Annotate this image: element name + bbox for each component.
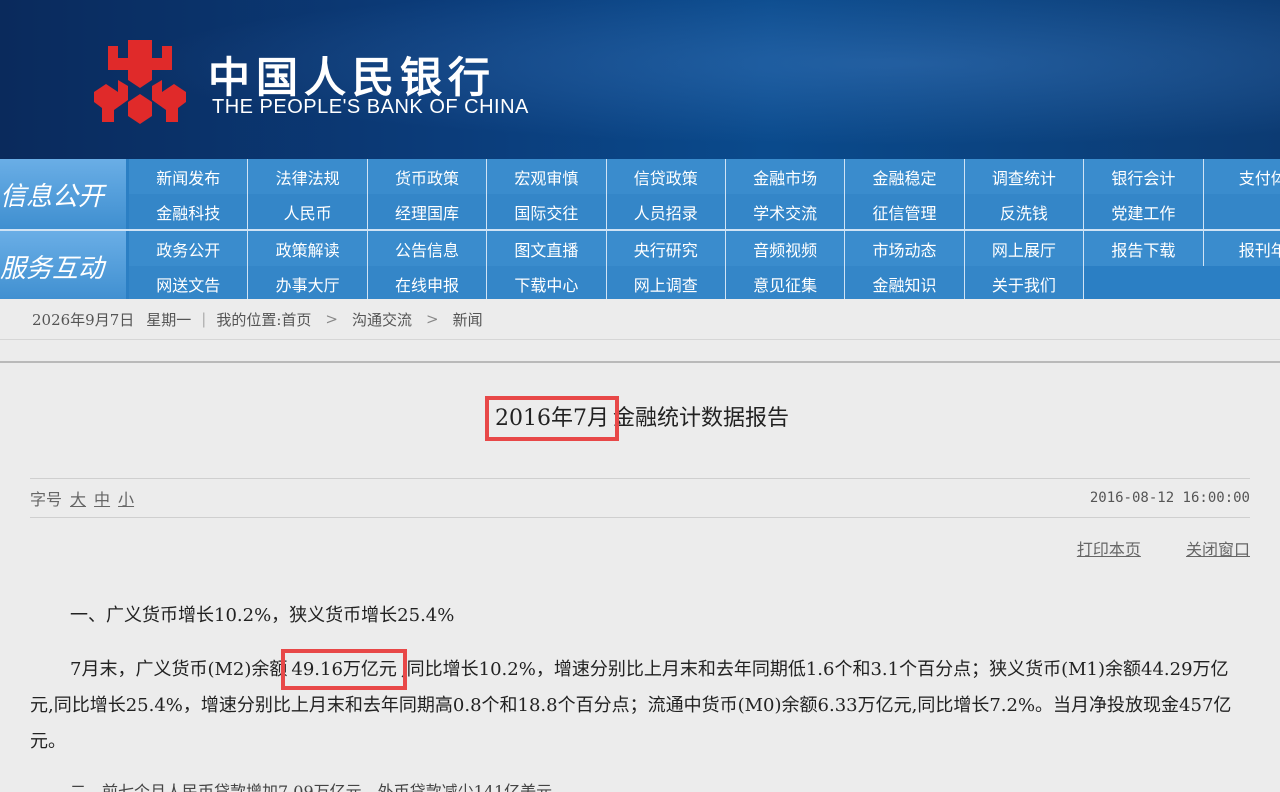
nav-item[interactable]: 政务公开 — [129, 231, 249, 266]
nav-item[interactable]: 人民币 — [248, 194, 368, 229]
nav-item-empty — [1203, 194, 1280, 229]
breadcrumb-divider: | — [201, 310, 207, 328]
nav-item[interactable]: 经理国库 — [367, 194, 488, 229]
font-size-large[interactable]: 大 — [70, 486, 86, 510]
nav-item[interactable]: 报刊年 — [1203, 231, 1280, 266]
nav-item[interactable]: 信贷政策 — [606, 159, 726, 194]
nav-item[interactable]: 金融知识 — [845, 266, 965, 301]
nav-item[interactable]: 办事大厅 — [248, 266, 368, 301]
nav-item[interactable]: 政策解读 — [248, 231, 368, 266]
nav-item[interactable]: 网上调查 — [606, 266, 726, 301]
article-body: 一、广义货币增长10.2%，狭义货币增长25.4% 7月末，广义货币(M2)余额… — [30, 598, 1250, 778]
m2-highlight: 49.16万亿元 — [281, 649, 407, 690]
nav-item[interactable]: 新闻发布 — [129, 159, 249, 194]
nav-item[interactable]: 国际交往 — [487, 194, 607, 229]
nav-item[interactable]: 银行会计 — [1084, 159, 1204, 194]
nav-item[interactable]: 人员招录 — [606, 194, 726, 229]
nav-item[interactable]: 学术交流 — [725, 194, 846, 229]
nav-item[interactable]: 支付体 — [1203, 159, 1280, 194]
title-highlight: 2016年7月 — [484, 396, 619, 441]
nav-item[interactable]: 金融稳定 — [845, 159, 965, 194]
chevron-right-icon: > — [426, 310, 439, 328]
current-date: 2026年9月7日 — [32, 310, 135, 329]
nav-item[interactable]: 金融科技 — [129, 194, 249, 229]
article-title: 2016年7月 金融统计数据报告 — [484, 396, 789, 441]
divider — [0, 361, 1280, 363]
nav-item[interactable]: 音频视频 — [725, 231, 846, 266]
nav-item[interactable]: 市场动态 — [845, 231, 965, 266]
breadcrumb-home[interactable]: 首页 — [281, 309, 311, 330]
nav-item[interactable]: 关于我们 — [964, 266, 1085, 301]
chevron-right-icon: > — [325, 310, 338, 328]
section-heading-partial: 二、前七个月人民币贷款增加7.09万亿元，外币贷款减少141亿美元 — [70, 782, 553, 792]
nav-item[interactable]: 反洗钱 — [964, 194, 1085, 229]
nav-item[interactable]: 公告信息 — [367, 231, 488, 266]
nav-item[interactable]: 下载中心 — [487, 266, 607, 301]
section-heading: 一、广义货币增长10.2%，狭义货币增长25.4% — [70, 605, 455, 626]
nav-item[interactable]: 央行研究 — [606, 231, 726, 266]
breadcrumb-communication[interactable]: 沟通交流 — [352, 309, 412, 330]
nav-item[interactable]: 征信管理 — [845, 194, 965, 229]
nav-item[interactable]: 网送文告 — [129, 266, 249, 301]
nav-item[interactable]: 宏观审慎 — [487, 159, 607, 194]
breadcrumb: 2026年9月7日 星期一 | 我的位置: 首页 > 沟通交流 > 新闻 — [0, 299, 1280, 340]
paragraph-text: 7月末，广义货币(M2)余额 — [70, 659, 288, 680]
nav-group-service: 服务互动 政务公开 政策解读 公告信息 图文直播 央行研究 音频视频 市场动态 … — [0, 229, 1280, 301]
print-page-link[interactable]: 打印本页 — [1077, 540, 1141, 559]
paragraph: 7月末，广义货币(M2)余额 49.16万亿元 ,同比增长10.2%，增速分别比上月… — [30, 649, 1250, 760]
main-nav: 信息公开 新闻发布 法律法规 货币政策 宏观审慎 信贷政策 金融市场 金融稳定 … — [0, 159, 1280, 301]
article-meta: 字号 大 中 小 2016-08-12 16:00:00 — [30, 478, 1250, 518]
font-size-small[interactable]: 小 — [118, 486, 134, 510]
nav-row: 新闻发布 法律法规 货币政策 宏观审慎 信贷政策 金融市场 金融稳定 调查统计 … — [129, 159, 1280, 194]
nav-item[interactable]: 报告下载 — [1084, 231, 1204, 266]
nav-row: 政务公开 政策解读 公告信息 图文直播 央行研究 音频视频 市场动态 网上展厅 … — [129, 231, 1280, 266]
nav-item[interactable]: 图文直播 — [487, 231, 607, 266]
nav-group-info: 信息公开 新闻发布 法律法规 货币政策 宏观审慎 信贷政策 金融市场 金融稳定 … — [0, 159, 1280, 229]
site-banner: 中国人民银行 THE PEOPLE'S BANK OF CHINA — [0, 0, 1280, 159]
font-size-label: 字号 — [30, 490, 63, 509]
nav-item[interactable]: 法律法规 — [248, 159, 368, 194]
nav-group-label-service[interactable]: 服务互动 — [0, 231, 126, 301]
title-rest: 金融统计数据报告 — [612, 406, 789, 431]
nav-row: 金融科技 人民币 经理国库 国际交往 人员招录 学术交流 征信管理 反洗钱 党建… — [129, 194, 1280, 229]
breadcrumb-news[interactable]: 新闻 — [453, 309, 483, 330]
location-label: 我的位置: — [216, 310, 282, 329]
article-actions: 打印本页 关闭窗口 — [1037, 536, 1250, 560]
nav-item[interactable]: 意见征集 — [725, 266, 846, 301]
publish-time: 2016-08-12 16:00:00 — [1089, 490, 1250, 506]
nav-item[interactable]: 货币政策 — [367, 159, 488, 194]
pboc-logo-icon[interactable] — [88, 36, 192, 128]
font-size-medium[interactable]: 中 — [94, 486, 110, 510]
close-window-link[interactable]: 关闭窗口 — [1186, 540, 1250, 559]
nav-row: 网送文告 办事大厅 在线申报 下载中心 网上调查 意见征集 金融知识 关于我们 — [129, 266, 1280, 301]
bank-name-en: THE PEOPLE'S BANK OF CHINA — [212, 96, 529, 118]
current-weekday: 星期一 — [146, 310, 192, 329]
nav-item[interactable]: 网上展厅 — [964, 231, 1085, 266]
nav-item[interactable]: 金融市场 — [725, 159, 846, 194]
article-title-wrap: 2016年7月 金融统计数据报告 — [0, 396, 1280, 441]
nav-item[interactable]: 在线申报 — [367, 266, 488, 301]
nav-item[interactable]: 党建工作 — [1084, 194, 1204, 229]
nav-group-label-info[interactable]: 信息公开 — [0, 159, 126, 229]
nav-item[interactable]: 调查统计 — [964, 159, 1085, 194]
